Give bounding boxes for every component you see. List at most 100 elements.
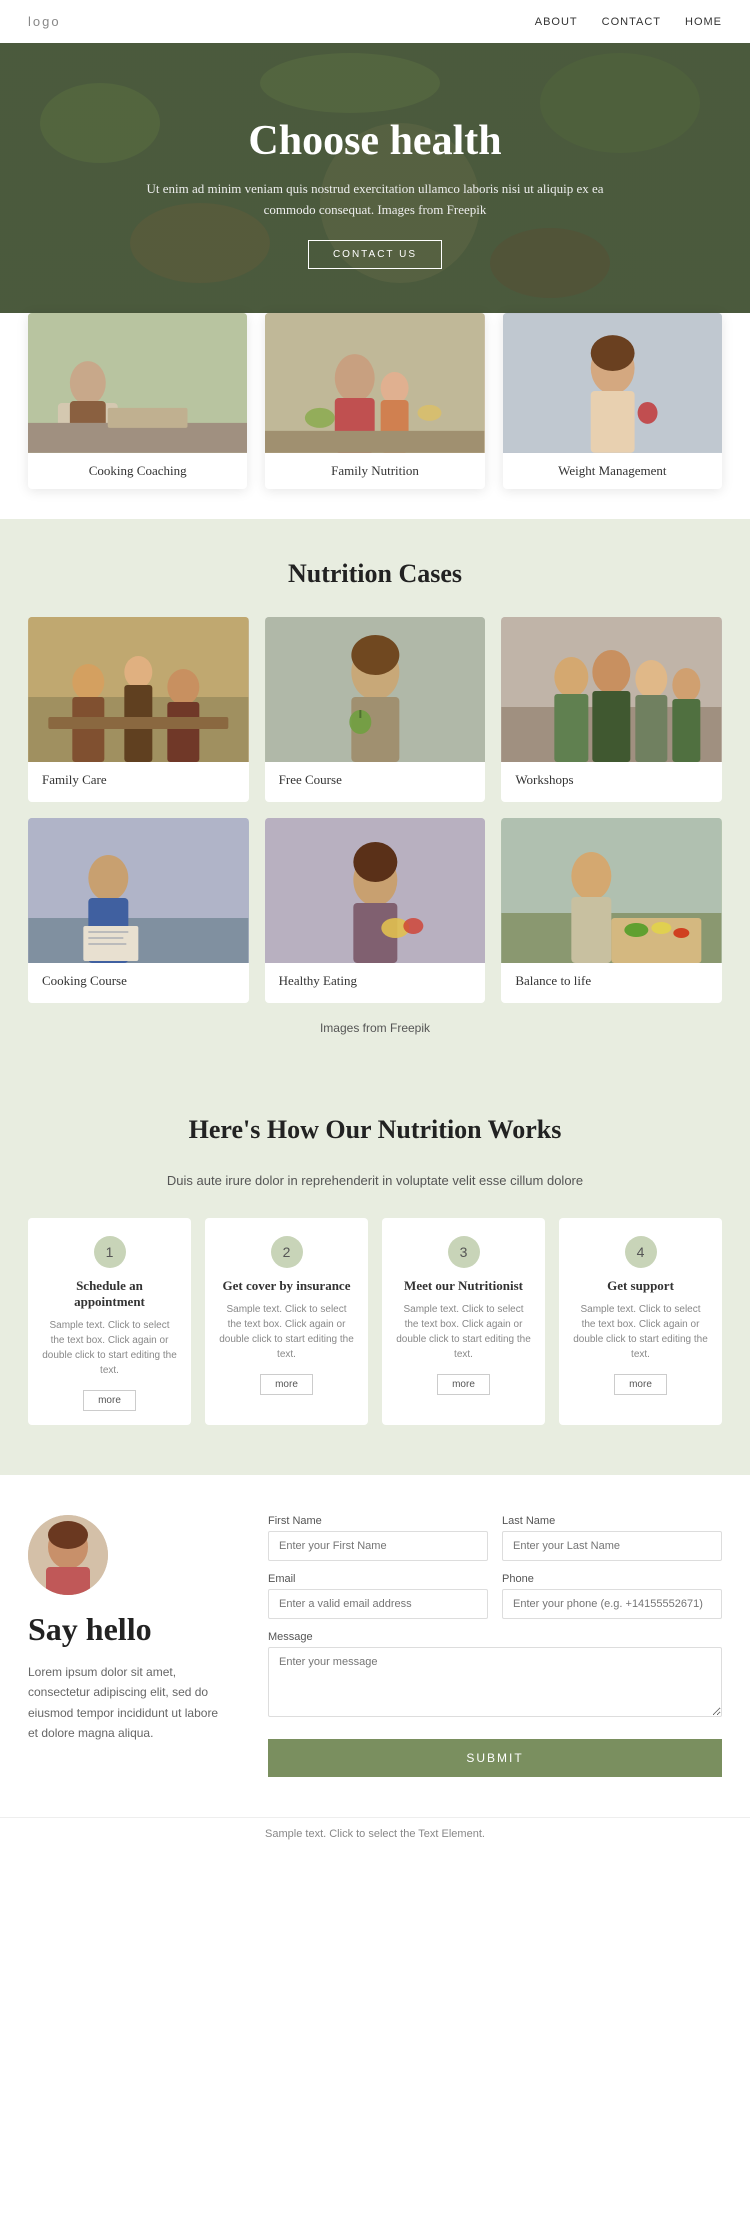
hello-heading: Say hello bbox=[28, 1611, 228, 1648]
nav-about[interactable]: ABOUT bbox=[535, 16, 578, 28]
weight-management-svg bbox=[503, 313, 722, 453]
card-img-weight-management bbox=[503, 313, 722, 453]
step-2-num: 2 bbox=[271, 1236, 303, 1268]
phone-input[interactable] bbox=[502, 1589, 722, 1619]
footer-note: Sample text. Click to select the Text El… bbox=[0, 1817, 750, 1850]
cooking-course-svg bbox=[28, 818, 249, 963]
grid-img-family-care bbox=[28, 617, 249, 762]
grid-img-healthy-eating bbox=[265, 818, 486, 963]
grid-img-balance-to-life bbox=[501, 818, 722, 963]
step-2-card: 2 Get cover by insurance Sample text. Cl… bbox=[205, 1218, 368, 1425]
grid-label-cooking-course: Cooking Course bbox=[28, 963, 249, 1003]
grid-label-balance-to-life: Balance to life bbox=[501, 963, 722, 1003]
how-subtitle: Duis aute irure dolor in reprehenderit i… bbox=[28, 1173, 722, 1188]
nav-contact[interactable]: CONTACT bbox=[602, 16, 661, 28]
contact-row: Email Phone bbox=[268, 1573, 722, 1619]
hero-title: Choose health bbox=[135, 117, 615, 165]
grid-img-cooking-course bbox=[28, 818, 249, 963]
free-course-svg bbox=[265, 617, 486, 762]
card-cooking-coaching: Cooking Coaching bbox=[28, 313, 247, 489]
grid-label-family-care: Family Care bbox=[28, 762, 249, 802]
submit-button[interactable]: SUBMIT bbox=[268, 1739, 722, 1777]
step-3-more-button[interactable]: more bbox=[437, 1374, 490, 1395]
first-name-input[interactable] bbox=[268, 1531, 488, 1561]
card-weight-management: Weight Management bbox=[503, 313, 722, 489]
nutrition-grid: Family Care Free Course bbox=[28, 617, 722, 1003]
hero-content: Choose health Ut enim ad minim veniam qu… bbox=[75, 117, 675, 270]
steps-grid: 1 Schedule an appointment Sample text. C… bbox=[28, 1218, 722, 1425]
step-4-text: Sample text. Click to select the text bo… bbox=[573, 1302, 708, 1362]
first-name-group: First Name bbox=[268, 1515, 488, 1561]
step-3-title: Meet our Nutritionist bbox=[404, 1278, 523, 1294]
grid-label-free-course: Free Course bbox=[265, 762, 486, 802]
last-name-group: Last Name bbox=[502, 1515, 722, 1561]
card-img-cooking-coaching bbox=[28, 313, 247, 453]
message-textarea[interactable] bbox=[268, 1647, 722, 1717]
grid-img-free-course bbox=[265, 617, 486, 762]
card-label-cooking-coaching: Cooking Coaching bbox=[28, 453, 247, 489]
freepik-anchor[interactable]: Freepik bbox=[390, 1021, 430, 1035]
family-care-svg bbox=[28, 617, 249, 762]
step-2-text: Sample text. Click to select the text bo… bbox=[219, 1302, 354, 1362]
cooking-coaching-svg bbox=[28, 313, 247, 453]
last-name-input[interactable] bbox=[502, 1531, 722, 1561]
how-section: Here's How Our Nutrition Works Duis aute… bbox=[0, 1075, 750, 1475]
step-4-title: Get support bbox=[607, 1278, 674, 1294]
step-2-title: Get cover by insurance bbox=[223, 1278, 351, 1294]
nutrition-section-title: Nutrition Cases bbox=[28, 559, 722, 589]
step-4-card: 4 Get support Sample text. Click to sele… bbox=[559, 1218, 722, 1425]
last-name-label: Last Name bbox=[502, 1515, 722, 1527]
nav-links: ABOUT CONTACT HOME bbox=[535, 16, 722, 28]
grid-card-family-care: Family Care bbox=[28, 617, 249, 802]
grid-card-workshops: Workshops bbox=[501, 617, 722, 802]
step-2-more-button[interactable]: more bbox=[260, 1374, 313, 1395]
email-group: Email bbox=[268, 1573, 488, 1619]
contact-us-button[interactable]: CONTACT US bbox=[308, 240, 442, 269]
how-title: Here's How Our Nutrition Works bbox=[28, 1115, 722, 1145]
top-cards-section: Cooking Coaching Family Nutrition bbox=[0, 313, 750, 519]
message-label: Message bbox=[268, 1631, 722, 1643]
grid-card-free-course: Free Course bbox=[265, 617, 486, 802]
avatar-svg bbox=[28, 1515, 108, 1595]
hero-freepik-link[interactable]: Freepik bbox=[447, 202, 487, 217]
step-1-text: Sample text. Click to select the text bo… bbox=[42, 1318, 177, 1378]
card-family-nutrition: Family Nutrition bbox=[265, 313, 484, 489]
freepik-link: Images from Freepik bbox=[28, 1021, 722, 1035]
step-4-more-button[interactable]: more bbox=[614, 1374, 667, 1395]
card-label-family-nutrition: Family Nutrition bbox=[265, 453, 484, 489]
email-input[interactable] bbox=[268, 1589, 488, 1619]
workshops-svg bbox=[501, 617, 722, 762]
step-1-card: 1 Schedule an appointment Sample text. C… bbox=[28, 1218, 191, 1425]
card-label-weight-management: Weight Management bbox=[503, 453, 722, 489]
phone-label: Phone bbox=[502, 1573, 722, 1585]
step-1-more-button[interactable]: more bbox=[83, 1390, 136, 1411]
logo: logo bbox=[28, 14, 61, 29]
nutrition-section: Nutrition Cases Family Care bbox=[0, 519, 750, 1075]
hello-section: Say hello Lorem ipsum dolor sit amet, co… bbox=[0, 1475, 750, 1817]
grid-img-workshops bbox=[501, 617, 722, 762]
hello-avatar bbox=[28, 1515, 108, 1595]
grid-card-cooking-course: Cooking Course bbox=[28, 818, 249, 1003]
email-label: Email bbox=[268, 1573, 488, 1585]
grid-label-workshops: Workshops bbox=[501, 762, 722, 802]
hero-section: Choose health Ut enim ad minim veniam qu… bbox=[0, 43, 750, 343]
step-4-num: 4 bbox=[625, 1236, 657, 1268]
family-nutrition-svg bbox=[265, 313, 484, 453]
step-3-card: 3 Meet our Nutritionist Sample text. Cli… bbox=[382, 1218, 545, 1425]
card-img-family-nutrition bbox=[265, 313, 484, 453]
step-1-title: Schedule an appointment bbox=[42, 1278, 177, 1310]
hello-body: Lorem ipsum dolor sit amet, consectetur … bbox=[28, 1662, 228, 1744]
step-1-num: 1 bbox=[94, 1236, 126, 1268]
grid-card-balance-to-life: Balance to life bbox=[501, 818, 722, 1003]
healthy-eating-svg bbox=[265, 818, 486, 963]
grid-card-healthy-eating: Healthy Eating bbox=[265, 818, 486, 1003]
message-group: Message bbox=[268, 1631, 722, 1717]
nav-home[interactable]: HOME bbox=[685, 16, 722, 28]
hello-form: First Name Last Name Email Phone Message… bbox=[268, 1515, 722, 1777]
name-row: First Name Last Name bbox=[268, 1515, 722, 1561]
grid-label-healthy-eating: Healthy Eating bbox=[265, 963, 486, 1003]
phone-group: Phone bbox=[502, 1573, 722, 1619]
hero-description: Ut enim ad minim veniam quis nostrud exe… bbox=[135, 179, 615, 221]
step-3-num: 3 bbox=[448, 1236, 480, 1268]
hello-left: Say hello Lorem ipsum dolor sit amet, co… bbox=[28, 1515, 228, 1777]
